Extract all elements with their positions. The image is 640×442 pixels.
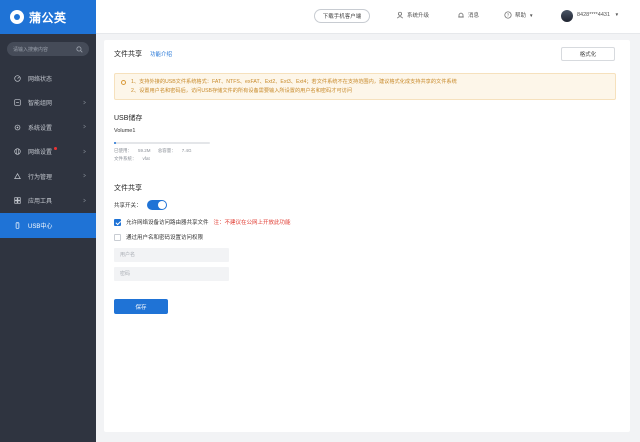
help-menu[interactable]: ? 帮助 ▼ — [504, 11, 533, 19]
auth-row: 通过用户名和密码设置访问权限 — [114, 233, 203, 241]
gear-icon — [14, 124, 21, 131]
logo[interactable]: 蒲公英 — [0, 0, 96, 34]
svg-text:?: ? — [507, 13, 510, 18]
notice-line-2: 2、设置用户名和密码后，访问USB存储文件的所有设备需要输入所设置的用户名和密码… — [131, 88, 353, 94]
capacity-label: 总容量： — [157, 148, 176, 153]
chevron-right-icon — [83, 100, 86, 104]
sidebar-item-label: 智能组网 — [28, 101, 53, 108]
usb-usage-meta: 已使用： 59.2M 总容量： 7.4G — [114, 148, 198, 154]
help-icon: ? — [504, 11, 512, 19]
usb-usage-fill — [114, 142, 116, 144]
password-field[interactable] — [114, 267, 229, 281]
search-icon — [76, 45, 83, 53]
notice-line-1: 1、支持外接的USB文件系统格式：FAT、NTFS、exFAT、Ext2、Ext… — [131, 79, 457, 85]
page-title: 文件共享 — [114, 51, 142, 58]
sidebar-item-system-settings[interactable]: 系统设置 — [0, 115, 96, 140]
chevron-right-icon — [83, 124, 86, 129]
behavior-icon — [14, 172, 21, 179]
chevron-right-icon — [83, 149, 86, 153]
sidebar-item-behavior-management[interactable]: 行为管理 — [0, 164, 96, 189]
usb-fs-meta: 文件系统： vfat — [114, 156, 156, 162]
auth-label: 通过用户名和密码设置访问权限 — [126, 235, 204, 241]
allow-access-checkbox[interactable] — [114, 218, 121, 226]
logo-icon — [10, 10, 24, 24]
auth-checkbox[interactable] — [114, 233, 121, 241]
chevron-right-icon — [83, 173, 86, 178]
security-warning: 注：不建议在公网上开放此功能 — [213, 220, 291, 226]
format-button[interactable]: 格式化 — [561, 47, 615, 61]
account-name: 8428****4431 — [577, 12, 611, 18]
globe-icon — [14, 148, 21, 155]
tools-icon — [14, 197, 21, 204]
allow-access-label: 允许网络设备访问路由器共享文件 — [126, 220, 209, 226]
help-label: 帮助 — [515, 13, 527, 19]
notice-box: 1、支持外接的USB文件系统格式：FAT、NTFS、exFAT、Ext2、Ext… — [114, 73, 616, 100]
sidebar-search[interactable]: 请输入搜索内容 — [7, 42, 89, 56]
usb-usage-bar — [114, 142, 210, 144]
share-switch-row: 共享开关： — [114, 200, 167, 210]
avatar[interactable] — [561, 10, 573, 22]
upgrade-icon — [396, 11, 404, 19]
network-icon — [14, 99, 21, 106]
sidebar-item-network-status[interactable]: 网络状态 — [0, 66, 96, 91]
sidebar-item-label: 应用工具 — [28, 199, 53, 206]
sidebar-item-smart-network[interactable]: 智能组网 — [0, 91, 96, 116]
usb-volume-name: Volume1 — [114, 128, 136, 134]
sidebar-item-network-settings[interactable]: 网络设置 — [0, 140, 96, 165]
usb-icon — [15, 222, 20, 229]
top-bar: 下载手机客户端 系统升级 消息 ? 帮助 ▼ 8428****4431 ▼ — [96, 0, 640, 34]
sidebar-item-usb-center[interactable]: USB中心 — [0, 213, 96, 238]
sidebar-item-label: 网络设置 — [28, 150, 53, 157]
used-label: 已使用： — [114, 148, 132, 153]
usb-storage-title: USB储存 — [114, 115, 143, 122]
account-menu[interactable]: 8428****4431 ▼ — [577, 12, 619, 18]
file-share-section-title: 文件共享 — [114, 185, 142, 192]
logo-text: 蒲公英 — [29, 10, 67, 25]
used-value: 59.2M — [138, 148, 151, 153]
fs-value: vfat — [142, 156, 150, 161]
sidebar-item-label: 网络状态 — [28, 76, 53, 83]
message-link[interactable]: 消息 — [457, 11, 479, 19]
notification-dot — [54, 147, 58, 151]
share-switch-label: 共享开关： — [114, 203, 142, 209]
sidebar-item-label: 系统设置 — [28, 125, 53, 132]
share-toggle[interactable] — [146, 200, 167, 210]
sidebar-search-placeholder: 请输入搜索内容 — [13, 46, 49, 53]
sidebar: 蒲公英 请输入搜索内容 网络状态 智能组网 系统设置 网络设置 行为管理 应用工… — [0, 0, 96, 442]
download-app-button[interactable]: 下载手机客户端 — [314, 9, 370, 23]
sidebar-item-label: USB中心 — [28, 223, 53, 230]
system-upgrade-label: 系统升级 — [407, 13, 430, 19]
caret-down-icon: ▼ — [529, 12, 534, 18]
save-button[interactable]: 保存 — [114, 299, 168, 314]
allow-access-row: 允许网络设备访问路由器共享文件 注：不建议在公网上开放此功能 — [114, 218, 291, 226]
info-icon — [121, 80, 126, 85]
fs-label: 文件系统： — [114, 156, 137, 161]
feature-intro-link[interactable]: 功能介绍 — [150, 50, 172, 58]
chevron-right-icon — [83, 198, 86, 202]
file-share-card: 文件共享 功能介绍 格式化 1、支持外接的USB文件系统格式：FAT、NTFS、… — [104, 40, 630, 432]
sidebar-item-label: 行为管理 — [28, 174, 53, 181]
capacity-value: 7.4G — [181, 148, 192, 153]
system-upgrade-link[interactable]: 系统升级 — [396, 11, 429, 19]
bell-icon — [458, 12, 464, 18]
sidebar-item-app-tools[interactable]: 应用工具 — [0, 189, 96, 214]
status-icon — [14, 75, 21, 82]
message-label: 消息 — [468, 13, 480, 19]
caret-down-icon: ▼ — [614, 12, 620, 17]
username-field[interactable] — [114, 248, 229, 262]
